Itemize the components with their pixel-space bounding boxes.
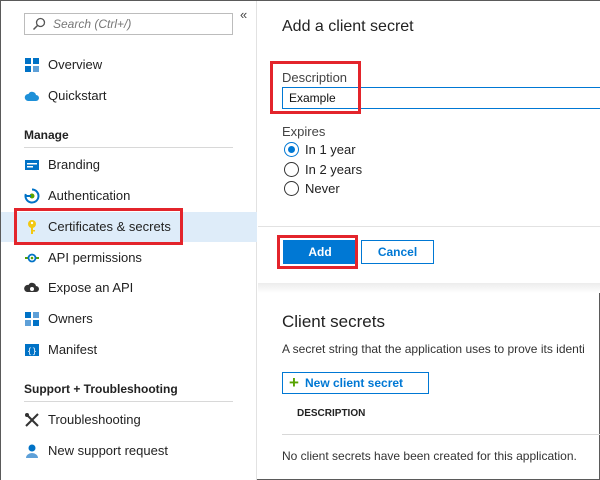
client-secrets-title: Client secrets: [282, 312, 385, 331]
radio-label: Never: [305, 181, 340, 196]
highlight-box: [14, 208, 183, 245]
highlight-box: [277, 235, 358, 269]
support-person-icon: [26, 444, 38, 458]
sidebar-item-branding[interactable]: Branding: [1, 150, 257, 180]
plus-icon: +: [289, 373, 299, 392]
divider: [24, 147, 233, 148]
divider: [24, 401, 233, 402]
sidebar-item-label: Quickstart: [48, 88, 107, 103]
sidebar-item-label: Authentication: [48, 188, 131, 203]
sidebar-item-manifest[interactable]: {} Manifest: [1, 335, 257, 365]
branding-card-icon: [25, 160, 39, 170]
api-permissions-icon: [25, 253, 39, 263]
expires-label: Expires: [282, 124, 326, 139]
sidebar-item-label: Manifest: [48, 342, 98, 357]
search-input[interactable]: [53, 16, 229, 32]
overview-grid-icon: [25, 58, 39, 72]
sidebar-item-label: Branding: [48, 157, 101, 172]
panel-shadow: [258, 283, 600, 293]
radio-button[interactable]: [284, 162, 299, 177]
client-secrets-description: A secret string that the application use…: [282, 342, 585, 356]
svg-text:{}: {}: [27, 347, 37, 356]
sidebar-item-label: New support request: [48, 443, 168, 458]
sidebar-item-authentication[interactable]: Authentication: [1, 181, 257, 211]
tools-icon: [25, 413, 39, 427]
sidebar-item-new-support-request[interactable]: New support request: [1, 436, 257, 466]
cloud-gear-icon: [24, 282, 39, 292]
cloud-icon: [24, 91, 39, 101]
radio-button[interactable]: [284, 142, 299, 157]
sidebar-item-overview[interactable]: Overview: [1, 50, 257, 80]
radio-label: In 2 years: [305, 162, 363, 177]
sidebar-item-troubleshooting[interactable]: Troubleshooting: [1, 405, 257, 435]
radio-button[interactable]: [284, 181, 299, 196]
sidebar: « Overview Quickstart Manage Branding: [1, 1, 257, 480]
sidebar-item-label: Expose an API: [48, 280, 134, 295]
sidebar-item-api-permissions[interactable]: API permissions: [1, 243, 257, 273]
section-support-header: Support + Troubleshooting: [24, 382, 178, 396]
sidebar-item-label: API permissions: [48, 250, 142, 265]
sidebar-item-owners[interactable]: Owners: [1, 304, 257, 334]
sidebar-item-label: Troubleshooting: [48, 412, 141, 427]
section-manage-header: Manage: [24, 128, 69, 142]
sidebar-item-quickstart[interactable]: Quickstart: [1, 81, 257, 111]
panel-title: Add a client secret: [282, 18, 414, 35]
collapse-sidebar-icon[interactable]: «: [240, 7, 247, 22]
authentication-icon: [24, 188, 40, 204]
sidebar-item-label: Owners: [48, 311, 93, 326]
column-header-description: DESCRIPTION: [297, 408, 366, 419]
owners-grid-icon: [25, 312, 39, 326]
search-box[interactable]: [24, 13, 233, 35]
new-client-secret-label: New client secret: [305, 376, 404, 390]
search-icon: [32, 17, 46, 31]
cancel-button[interactable]: Cancel: [361, 240, 434, 264]
radio-label: In 1 year: [305, 142, 356, 157]
divider: [282, 434, 600, 435]
panel-actions: Add Cancel: [258, 226, 600, 283]
highlight-box: [270, 61, 361, 114]
app-window: « Overview Quickstart Manage Branding: [0, 0, 600, 480]
new-client-secret-button[interactable]: + New client secret: [282, 372, 429, 394]
manifest-icon: {}: [25, 344, 39, 356]
sidebar-item-label: Overview: [48, 57, 103, 72]
empty-state-message: No client secrets have been created for …: [282, 449, 577, 463]
sidebar-item-expose-api[interactable]: Expose an API: [1, 273, 257, 303]
